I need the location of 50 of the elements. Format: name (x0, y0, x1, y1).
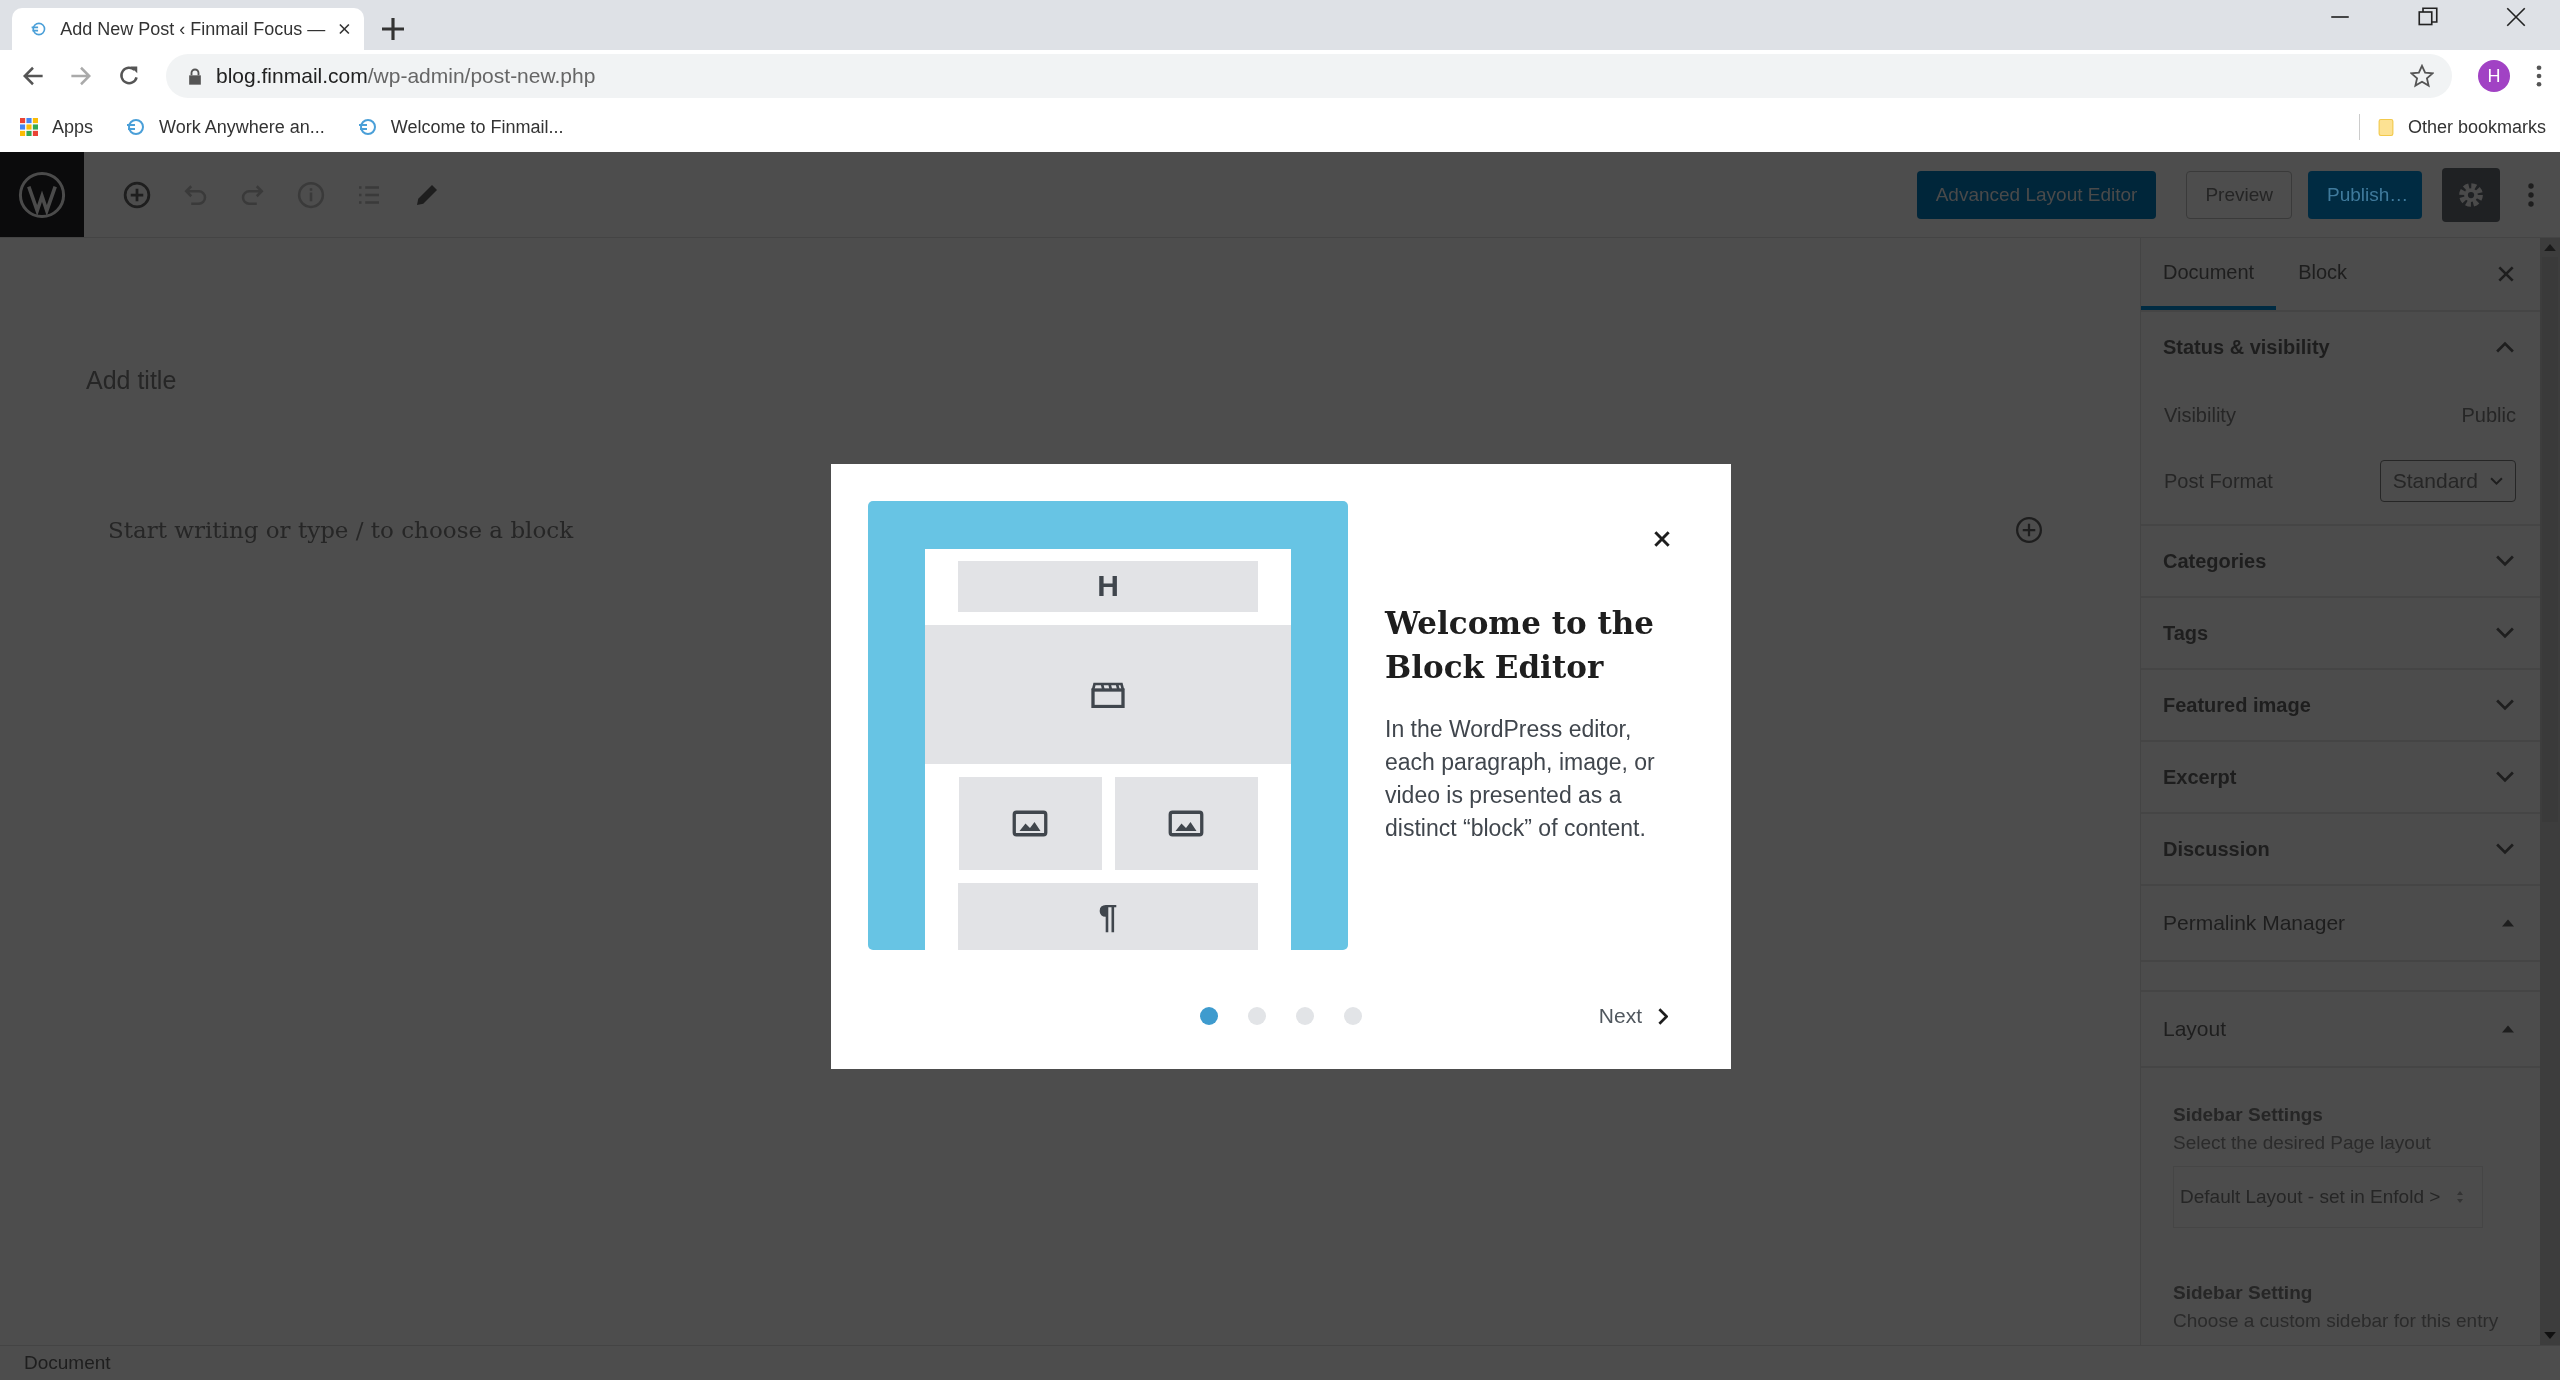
star-icon[interactable] (2410, 64, 2434, 88)
bookmark[interactable]: Welcome to Finmail... (356, 116, 564, 138)
scrollbar[interactable] (2540, 238, 2560, 1345)
page-dot[interactable] (1200, 1007, 1218, 1025)
toolbar-button[interactable]: Advanced Layout Editor (1916, 170, 2157, 219)
chevron-up-icon (2496, 341, 2514, 353)
close-icon[interactable] (2506, 7, 2526, 27)
chevron-down-icon (2496, 627, 2514, 639)
tab-title: Add New Post ‹ Finmail Focus — (60, 18, 326, 40)
close-icon[interactable] (339, 21, 350, 37)
add-block-icon[interactable] (2014, 515, 2044, 545)
chevron-down-icon (2496, 843, 2514, 855)
lock-icon (188, 67, 202, 85)
new-tab-icon[interactable] (382, 18, 404, 40)
page-dot[interactable] (1344, 1007, 1362, 1025)
add-block-icon[interactable] (122, 179, 152, 210)
folder-icon (2377, 117, 2394, 137)
browser-tab[interactable]: Add New Post ‹ Finmail Focus — (12, 8, 364, 50)
restore-icon[interactable] (2418, 7, 2438, 27)
page-dot[interactable] (1248, 1007, 1266, 1025)
updown-icon (2456, 1190, 2464, 1204)
bookmark[interactable]: Apps (20, 116, 94, 138)
triangle-up-icon (2502, 1025, 2514, 1033)
forward-icon[interactable] (70, 65, 92, 87)
chevron-down-icon (2496, 555, 2514, 567)
block-layout-drawing: H ¶ (868, 501, 1348, 950)
chevron-down-icon (2490, 476, 2503, 486)
scroll-down-icon[interactable] (2544, 1332, 2556, 1339)
scroll-up-icon[interactable] (2544, 244, 2556, 251)
chevron-down-icon (2496, 771, 2514, 783)
chevron-down-icon (2496, 699, 2514, 711)
wordpress-logo[interactable] (0, 152, 84, 237)
bookmark[interactable]: Work Anywhere an... (125, 116, 325, 138)
triangle-up-icon (2502, 919, 2514, 927)
reload-icon[interactable] (118, 65, 140, 87)
page-dot[interactable] (1296, 1007, 1314, 1025)
chevron-right-icon (1658, 1007, 1668, 1025)
apps-grid-icon (20, 118, 38, 136)
address-bar[interactable]: blog.finmail.com/wp-admin/post-new.php (166, 54, 2452, 98)
profile-avatar[interactable]: H (2478, 60, 2510, 92)
bookmark-folder[interactable]: Other bookmarks (2377, 116, 2546, 138)
dialog-heading: Welcome to the Block Editor (1385, 604, 1656, 687)
next-button[interactable]: Next (1594, 1000, 1672, 1032)
settings-button[interactable] (2442, 167, 2500, 222)
back-icon[interactable] (22, 65, 44, 87)
more-icon[interactable] (2536, 65, 2542, 87)
dialog-text: In the WordPress editor, each paragraph, image, or video is presented as a distinct “block” of content. (1385, 715, 1656, 843)
toolbar-button[interactable]: Publish… (2308, 170, 2422, 219)
close-icon[interactable] (1654, 531, 1670, 547)
url-text: blog.finmail.com/wp-admin/post-new.php (216, 64, 596, 88)
